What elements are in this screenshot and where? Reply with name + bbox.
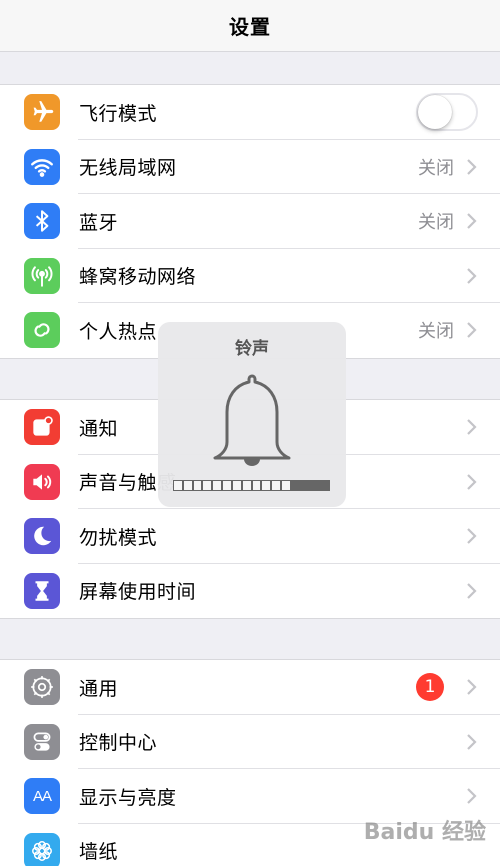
gear-icon [24,669,60,706]
row-wifi[interactable]: 无线局域网 关闭 [0,140,500,194]
row-label: 显示与亮度 [79,786,177,809]
text-size-glyph: AA [32,787,52,805]
row-label: 控制中心 [79,732,158,755]
chevron-right-icon [467,788,477,805]
row-label: 无线局域网 [79,157,177,180]
hud-title: 铃声 [235,339,269,359]
chevron-right-icon [467,322,477,339]
airplane-mode-toggle[interactable] [416,93,478,132]
antenna-icon [24,257,60,294]
chevron-right-icon [467,213,477,230]
hourglass-icon [24,572,60,609]
bluetooth-icon [24,203,60,240]
row-do-not-disturb[interactable]: 勿扰模式 [0,509,500,564]
speaker-icon [24,463,60,500]
toggle-knob [418,95,452,130]
row-airplane-mode[interactable]: 飞行模式 [0,85,500,140]
notification-badge: 1 [416,673,444,702]
volume-segment [213,481,222,490]
row-value: 关闭 [418,212,454,234]
row-value: 关闭 [418,157,454,179]
notification-icon [24,409,60,446]
row-label: 通用 [79,677,119,700]
volume-segment [262,481,271,490]
volume-segment [272,481,280,490]
airplane-icon [24,94,60,131]
row-bluetooth[interactable]: 蓝牙 关闭 [0,194,500,249]
row-label: 屏幕使用时间 [79,581,197,604]
row-cellular[interactable]: 蜂窝移动网络 [0,249,500,303]
volume-segment [223,481,231,490]
page-title: 设置 [229,15,271,39]
volume-segment [301,481,310,490]
nav-bar: 设置 [0,0,500,52]
row-label: 墙纸 [79,841,119,864]
chevron-right-icon [467,267,477,284]
volume-segment [183,481,192,490]
row-label: 蓝牙 [79,211,119,234]
volume-segment [174,481,182,490]
chevron-right-icon [467,419,477,436]
row-label: 个人热点 [79,320,158,343]
chevron-right-icon [467,158,477,175]
volume-segment [232,481,241,490]
volume-segment [291,481,300,490]
settings-group-connectivity: 飞行模式 无线局域网 关闭 蓝牙 关闭 蜂窝移动网络 个人热点 关闭 [0,84,500,359]
hotspot-icon [24,312,60,349]
volume-segment [203,481,212,490]
text-size-icon: AA [24,778,60,815]
watermark: Baidu 经验 [363,820,486,845]
volume-segment [242,481,251,490]
moon-icon [24,518,60,555]
flower-icon [24,832,60,866]
row-label: 勿扰模式 [79,526,158,549]
chevron-right-icon [467,582,477,599]
chevron-right-icon [467,528,477,545]
chevron-right-icon [467,473,477,490]
bell-icon [213,374,291,466]
row-value: 关闭 [418,321,454,343]
volume-segment [281,481,290,490]
row-label: 蜂窝移动网络 [79,266,197,289]
row-control-center[interactable]: 控制中心 [0,715,500,769]
ringer-volume-hud: 铃声 [158,322,346,507]
chevron-right-icon [467,679,477,696]
row-screen-time[interactable]: 屏幕使用时间 [0,564,500,619]
volume-segment [252,481,261,490]
wifi-icon [24,148,60,185]
volume-segment [193,481,202,490]
volume-level-meter [173,480,330,491]
row-label: 飞行模式 [79,102,158,125]
volume-segment [321,481,329,490]
volume-segment [311,481,320,490]
switches-icon [24,723,60,760]
chevron-right-icon [467,733,477,750]
row-label: 通知 [79,417,119,440]
row-general[interactable]: 通用 1 [0,660,500,715]
